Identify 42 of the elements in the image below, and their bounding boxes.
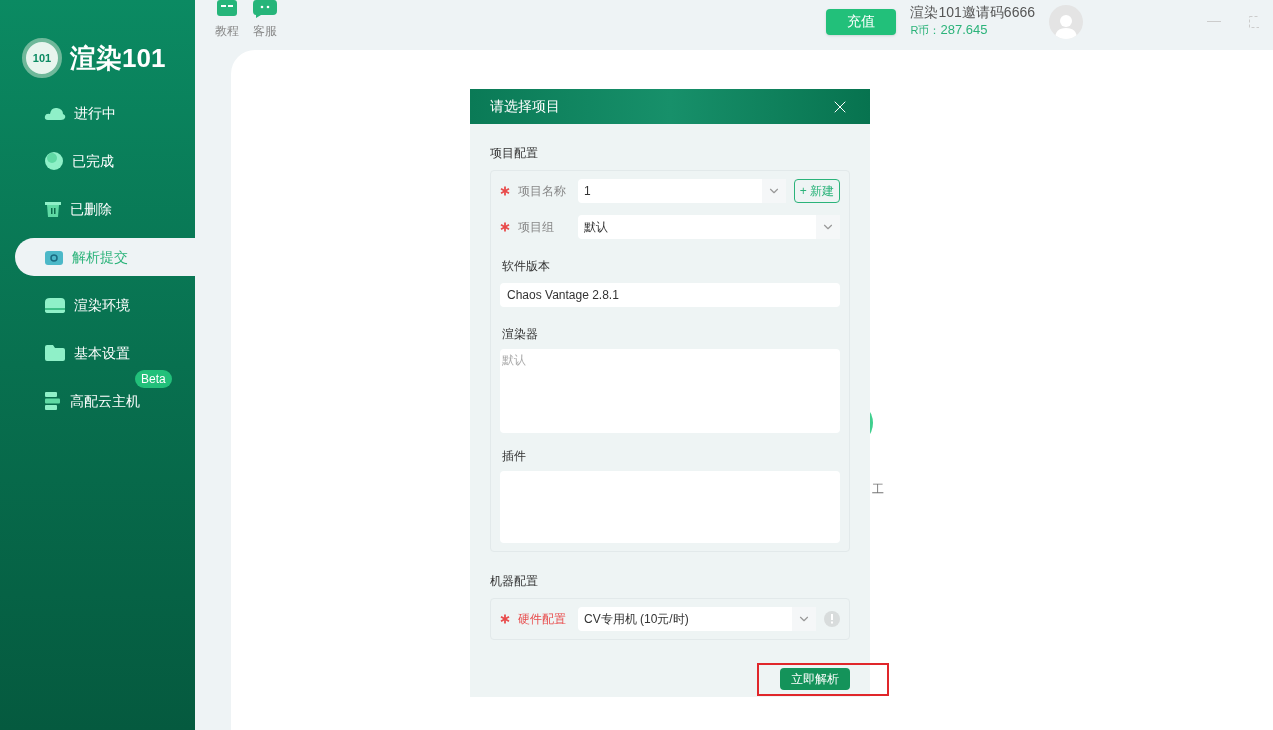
field-label: 项目组 bbox=[518, 219, 554, 236]
invite-code: 渲染101邀请码6666 bbox=[910, 4, 1035, 21]
person-icon bbox=[1054, 12, 1078, 39]
toolbar-button[interactable]: 客服 bbox=[253, 0, 277, 40]
section-title: 项目配置 bbox=[490, 145, 539, 162]
section-title: 机器配置 bbox=[490, 573, 539, 590]
field-label: 软件版本 bbox=[502, 258, 551, 275]
maximize-icon[interactable] bbox=[1249, 15, 1259, 28]
renderer-field[interactable]: 默认 bbox=[500, 349, 840, 433]
sidebar-item[interactable]: 已删除 bbox=[15, 190, 195, 228]
balance-label: R币： bbox=[910, 23, 941, 38]
trash-icon bbox=[44, 200, 62, 218]
minimize-icon[interactable] bbox=[1207, 20, 1221, 23]
avatar[interactable] bbox=[1049, 4, 1083, 39]
beta-badge: Beta bbox=[135, 370, 172, 388]
field-label: 项目名称 bbox=[518, 183, 566, 200]
circle-icon bbox=[44, 151, 64, 171]
field-label: 渲染器 bbox=[502, 326, 539, 343]
server-icon bbox=[44, 391, 62, 411]
balance-value: 287.645 bbox=[940, 21, 988, 38]
sidebar-item[interactable]: 进行中 bbox=[15, 94, 195, 132]
project-group-select[interactable]: 默认 bbox=[578, 215, 840, 239]
sidebar-item[interactable]: 已完成 bbox=[15, 142, 195, 180]
camera-icon bbox=[44, 248, 64, 266]
software-version-field[interactable]: Chaos Vantage 2.8.1 bbox=[500, 283, 840, 307]
field-label: 硬件配置 bbox=[518, 611, 566, 628]
logo-text: 渲染101 bbox=[70, 41, 166, 75]
submit-button[interactable]: 立即解析 bbox=[780, 668, 850, 690]
info-icon bbox=[824, 611, 840, 627]
partial-text: 工 bbox=[872, 481, 884, 498]
toolbar-button[interactable]: 教程 bbox=[215, 0, 239, 40]
hardware-select[interactable]: CV专用机 (10元/时) bbox=[578, 607, 816, 631]
card-icon bbox=[44, 296, 66, 314]
folder-icon bbox=[44, 344, 66, 362]
book-icon bbox=[216, 0, 238, 18]
project-name-select[interactable]: 1 bbox=[578, 179, 786, 203]
sidebar-item[interactable]: 渲染环境 bbox=[15, 286, 195, 324]
dialog-title: 请选择项目 bbox=[490, 97, 560, 116]
sidebar-item[interactable]: 基本设置 bbox=[15, 334, 195, 372]
field-label: 插件 bbox=[502, 448, 527, 465]
chat-icon bbox=[253, 0, 277, 18]
logo-badge: 101 bbox=[22, 38, 62, 78]
